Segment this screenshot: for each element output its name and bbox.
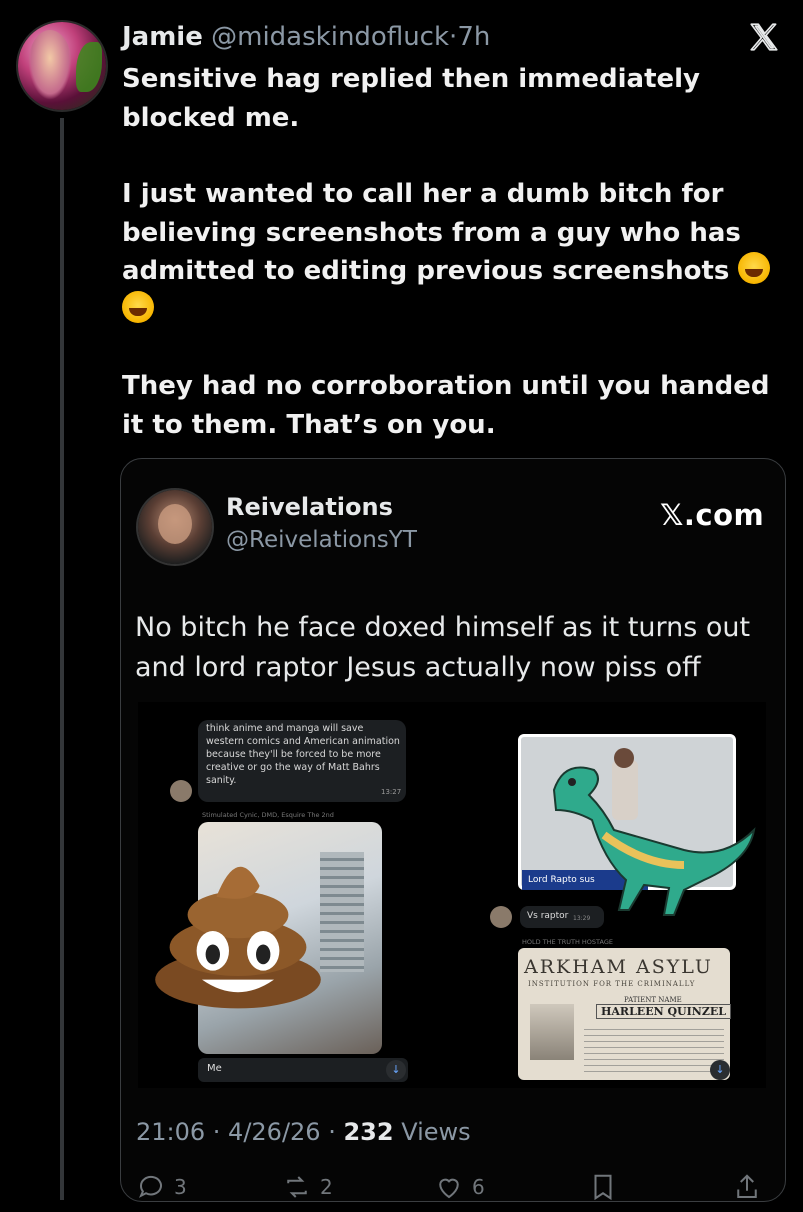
repost-count: 2 bbox=[320, 1175, 333, 1199]
tweet-header: Jamie @midaskindofluck·7h bbox=[122, 22, 490, 52]
author-avatar[interactable] bbox=[18, 22, 106, 110]
tweet-paragraph: They had no corroboration until you hand… bbox=[122, 371, 770, 440]
views-count: 232 bbox=[343, 1118, 394, 1146]
reply-count: 3 bbox=[174, 1175, 187, 1199]
bookmark-button[interactable] bbox=[588, 1172, 618, 1202]
quoted-author-handle[interactable]: @ReivelationsYT bbox=[226, 527, 417, 553]
reply-button[interactable]: 3 bbox=[136, 1172, 187, 1202]
timestamp: 21:06 · 4/26/26 · bbox=[136, 1118, 344, 1146]
arkham-patient-label: PATIENT NAME bbox=[624, 996, 682, 1004]
quoted-author-avatar[interactable] bbox=[138, 490, 212, 564]
quoted-author-name[interactable]: Reivelations bbox=[226, 493, 393, 521]
views-label: Views bbox=[393, 1118, 471, 1146]
share-icon bbox=[737, 1174, 757, 1198]
hold-meta: HOLD THE TRUTH HOSTAGE bbox=[522, 938, 613, 946]
author-handle[interactable]: @midaskindofluck bbox=[211, 22, 449, 52]
thread-line bbox=[60, 118, 64, 1200]
download-arrow-icon: ↓ bbox=[710, 1060, 730, 1080]
x-logo-icon[interactable] bbox=[747, 20, 781, 54]
chat-message-text: think anime and manga will save western … bbox=[206, 723, 400, 786]
tweet-body: Sensitive hag replied then immediately b… bbox=[122, 60, 792, 444]
tweet-paragraph: Sensitive hag replied then immediately b… bbox=[122, 64, 700, 133]
repost-icon bbox=[287, 1176, 307, 1198]
laughing-emoji-icon bbox=[738, 252, 771, 284]
tweet-paragraph: I just wanted to call her a dumb bitch f… bbox=[122, 175, 792, 329]
share-button[interactable] bbox=[732, 1172, 762, 1202]
like-count: 6 bbox=[472, 1175, 485, 1199]
laughing-emoji-icon bbox=[122, 290, 154, 323]
vs-message-time: 13:29 bbox=[573, 915, 591, 922]
repost-button[interactable]: 2 bbox=[282, 1172, 333, 1202]
arkham-title: ARKHAM ASYLU bbox=[524, 956, 713, 978]
me-label: Me bbox=[207, 1063, 222, 1074]
tweet-age[interactable]: 7h bbox=[457, 22, 490, 52]
like-button[interactable]: 6 bbox=[434, 1172, 485, 1202]
me-bubble bbox=[198, 1058, 408, 1082]
quoted-tweet-text: No bitch he face doxed himself as it tur… bbox=[135, 612, 751, 683]
x-com-brand: 𝕏.com bbox=[660, 498, 765, 532]
arkham-text-lines bbox=[584, 1024, 724, 1074]
arkham-patient-name: HARLEEN QUINZEL bbox=[596, 1004, 731, 1019]
vs-message-text: Vs raptor bbox=[527, 911, 569, 921]
chat-time: 13:27 bbox=[381, 788, 402, 796]
raptor-dinosaur-icon bbox=[552, 748, 756, 916]
author-name[interactable]: Jamie bbox=[122, 22, 203, 52]
chat-avatar bbox=[170, 780, 192, 802]
timestamp-line[interactable]: 21:06 · 4/26/26 · 232 Views bbox=[136, 1118, 471, 1146]
heart-icon bbox=[439, 1178, 459, 1199]
reply-icon bbox=[139, 1175, 162, 1198]
poop-emoji-icon bbox=[155, 866, 321, 1009]
bookmark-icon bbox=[594, 1174, 612, 1201]
arkham-photo bbox=[530, 1004, 574, 1060]
chat-avatar bbox=[490, 906, 512, 928]
action-bar: 3 2 6 bbox=[136, 1172, 766, 1212]
tweet-paragraph-text: I just wanted to call her a dumb bitch f… bbox=[122, 179, 741, 286]
sender-meta: Stimulated Cynic, DMD, Esquire The 2nd bbox=[202, 811, 334, 819]
arkham-subtitle: INSTITUTION FOR THE CRIMINALLY bbox=[528, 980, 696, 988]
download-arrow-icon: ↓ bbox=[386, 1060, 406, 1080]
